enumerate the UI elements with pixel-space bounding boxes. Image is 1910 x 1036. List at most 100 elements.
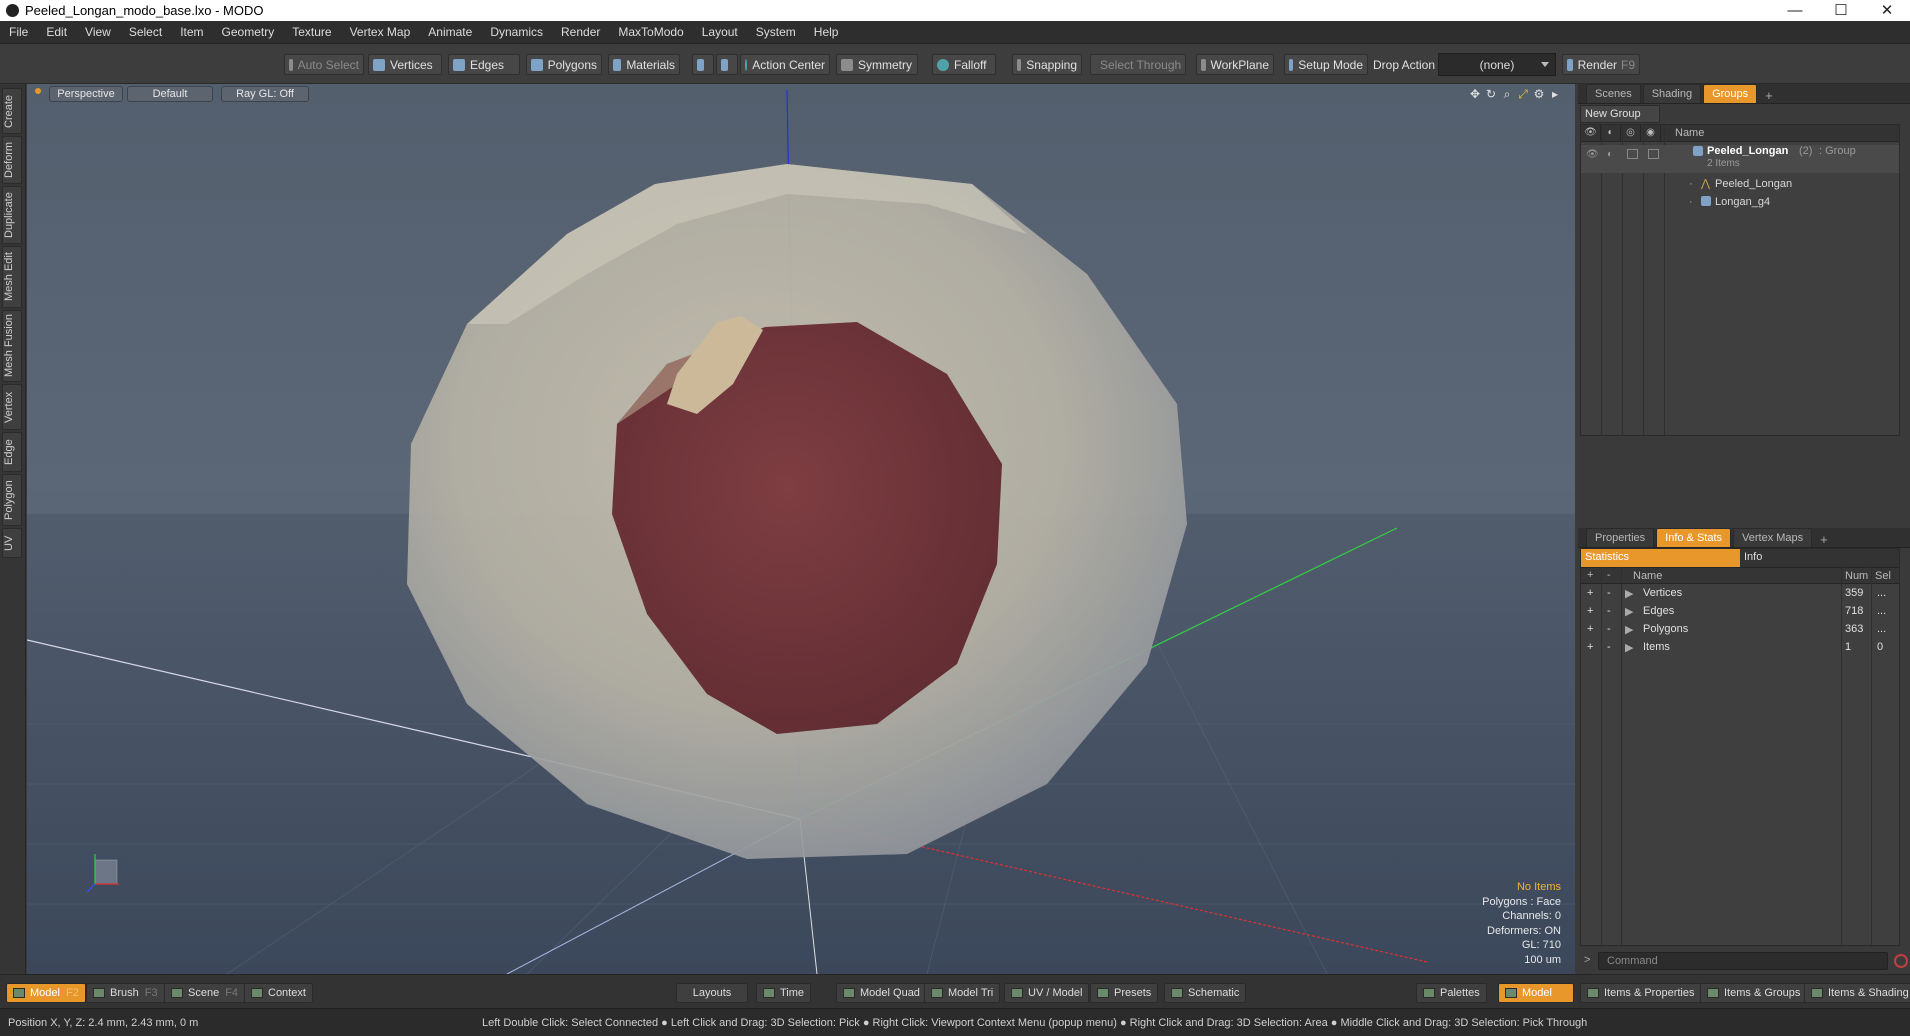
collapse-icon[interactable]: - xyxy=(1607,605,1611,617)
layouts-button[interactable]: Layouts xyxy=(676,983,748,1003)
visibility-toggle-icon[interactable]: 👁 xyxy=(1586,149,1599,160)
time-button[interactable]: Time xyxy=(756,983,812,1003)
menu-dynamics[interactable]: Dynamics xyxy=(481,25,552,39)
stats-row-vertices[interactable]: + - ▶ Vertices 359 ... xyxy=(1581,585,1899,603)
chevron-right-icon[interactable]: ▶ xyxy=(1625,641,1633,654)
select-col-icon[interactable]: ◉ xyxy=(1641,124,1661,142)
add-tab-icon[interactable]: + xyxy=(1814,532,1834,547)
tree-item-longan-g4[interactable]: · Longan_g4 xyxy=(1581,193,1899,210)
symmetry-button[interactable]: Symmetry xyxy=(836,54,918,75)
stats-row-items[interactable]: + - ▶ Items 1 0 xyxy=(1581,639,1899,657)
select-mode-button-2[interactable] xyxy=(716,54,738,75)
action-center-button[interactable]: Action Center xyxy=(740,54,830,75)
zoom-view-icon[interactable]: ⌕ xyxy=(1499,87,1515,101)
lock-col-icon[interactable]: ◎ xyxy=(1621,124,1641,142)
expand-icon[interactable]: + xyxy=(1587,605,1593,617)
tab-groups[interactable]: Groups xyxy=(1703,84,1758,103)
collapse-icon[interactable]: - xyxy=(1607,623,1611,635)
menu-select[interactable]: Select xyxy=(120,25,171,39)
tree-item-peeled-longan[interactable]: · ⋀ Peeled_Longan xyxy=(1581,175,1899,192)
model-quad-button[interactable]: Model Quad xyxy=(836,983,927,1003)
menu-view[interactable]: View xyxy=(76,25,120,39)
view-perspective-button[interactable]: Perspective xyxy=(49,86,123,102)
tab-info-stats[interactable]: Info & Stats xyxy=(1656,528,1732,547)
viewport-menu-dot-icon[interactable] xyxy=(35,88,41,94)
select-toggle-icon[interactable] xyxy=(1648,149,1659,159)
rotate-view-icon[interactable]: ↻ xyxy=(1483,87,1499,101)
select-through-button[interactable]: Select Through xyxy=(1090,54,1186,75)
stats-row-polygons[interactable]: + - ▶ Polygons 363 ... xyxy=(1581,621,1899,639)
polygons-button[interactable]: Polygons xyxy=(526,54,602,75)
tab-edge[interactable]: Edge xyxy=(2,432,22,472)
move-view-icon[interactable]: ✥ xyxy=(1467,87,1483,101)
viewport-settings-icon[interactable]: ⚙ xyxy=(1531,87,1547,101)
expand-icon[interactable]: + xyxy=(1587,587,1593,599)
uv-model-button[interactable]: UV / Model xyxy=(1004,983,1090,1003)
items-groups-button[interactable]: Items & Groups xyxy=(1700,983,1808,1003)
render-toggle-icon[interactable]: ◐ xyxy=(1607,149,1613,160)
menu-animate[interactable]: Animate xyxy=(419,25,481,39)
command-input[interactable]: Command xyxy=(1598,952,1888,970)
tab-properties[interactable]: Properties xyxy=(1586,528,1655,547)
stats-row-edges[interactable]: + - ▶ Edges 718 ... xyxy=(1581,603,1899,621)
expand-icon[interactable]: + xyxy=(1587,623,1593,635)
tab-uv[interactable]: UV xyxy=(2,528,22,558)
drop-action-dropdown[interactable]: (none) xyxy=(1438,53,1556,76)
palettes-button[interactable]: Palettes xyxy=(1416,983,1487,1003)
tab-statistics[interactable]: Statistics xyxy=(1581,549,1740,567)
collapse-icon[interactable]: - xyxy=(1607,587,1611,599)
collapse-all-icon[interactable]: - xyxy=(1607,569,1611,581)
visibility-col-icon[interactable]: 👁 xyxy=(1581,124,1601,142)
menu-vertex-map[interactable]: Vertex Map xyxy=(341,25,420,39)
lock-toggle-icon[interactable] xyxy=(1627,149,1638,159)
add-tab-icon[interactable]: + xyxy=(1759,88,1779,103)
select-mode-button-1[interactable] xyxy=(692,54,714,75)
scene-tab-button[interactable]: Scene F4 xyxy=(164,983,246,1003)
items-shading-button[interactable]: Items & Shading xyxy=(1804,983,1910,1003)
render-button[interactable]: Render F9 xyxy=(1562,54,1640,75)
shading-default-button[interactable]: Default xyxy=(127,86,213,102)
model-layout-button[interactable]: Model xyxy=(1498,983,1574,1003)
menu-system[interactable]: System xyxy=(747,25,805,39)
vertices-button[interactable]: Vertices xyxy=(368,54,442,75)
tab-duplicate[interactable]: Duplicate xyxy=(2,186,22,244)
raygl-button[interactable]: Ray GL: Off xyxy=(221,86,309,102)
items-properties-button[interactable]: Items & Properties xyxy=(1580,983,1702,1003)
close-button[interactable]: ✕ xyxy=(1864,0,1910,21)
falloff-button[interactable]: Falloff xyxy=(932,54,996,75)
chevron-right-icon[interactable]: ▶ xyxy=(1625,587,1633,600)
expand-all-icon[interactable]: + xyxy=(1587,569,1593,581)
model-tri-button[interactable]: Model Tri xyxy=(924,983,1001,1003)
tab-mesh-fusion[interactable]: Mesh Fusion xyxy=(2,310,22,382)
tab-vertex[interactable]: Vertex xyxy=(2,384,22,430)
minimize-button[interactable]: — xyxy=(1772,0,1818,21)
edges-button[interactable]: Edges xyxy=(448,54,520,75)
fit-view-icon[interactable]: ⤢ xyxy=(1515,87,1531,101)
menu-geometry[interactable]: Geometry xyxy=(213,25,284,39)
menu-file[interactable]: File xyxy=(0,25,37,39)
model-tab-button[interactable]: Model F2 xyxy=(6,983,86,1003)
collapse-icon[interactable]: - xyxy=(1607,641,1611,653)
setup-mode-button[interactable]: Setup Mode xyxy=(1284,54,1368,75)
tab-deform[interactable]: Deform xyxy=(2,136,22,184)
menu-help[interactable]: Help xyxy=(805,25,848,39)
brush-tab-button[interactable]: Brush F3 xyxy=(86,983,165,1003)
tab-info[interactable]: Info xyxy=(1740,549,1899,567)
new-group-button[interactable]: New Group xyxy=(1580,105,1660,123)
3d-viewport[interactable]: Perspective Default Ray GL: Off ✥ ↻ ⌕ ⤢ … xyxy=(27,84,1575,974)
tab-mesh-edit[interactable]: Mesh Edit xyxy=(2,246,22,308)
render-col-icon[interactable]: ◐ xyxy=(1601,124,1621,142)
menu-render[interactable]: Render xyxy=(552,25,609,39)
chevron-right-icon[interactable]: ▶ xyxy=(1625,623,1633,636)
presets-button[interactable]: Presets xyxy=(1090,983,1159,1003)
tab-polygon[interactable]: Polygon xyxy=(2,474,22,526)
expand-icon[interactable]: + xyxy=(1587,641,1593,653)
menu-edit[interactable]: Edit xyxy=(37,25,76,39)
tab-vertex-maps[interactable]: Vertex Maps xyxy=(1733,528,1813,547)
menu-texture[interactable]: Texture xyxy=(283,25,340,39)
menu-layout[interactable]: Layout xyxy=(693,25,747,39)
tab-scenes[interactable]: Scenes xyxy=(1586,84,1641,103)
context-tab-button[interactable]: Context xyxy=(244,983,313,1003)
viewport-more-icon[interactable]: ▸ xyxy=(1547,87,1563,101)
schematic-button[interactable]: Schematic xyxy=(1164,983,1247,1003)
